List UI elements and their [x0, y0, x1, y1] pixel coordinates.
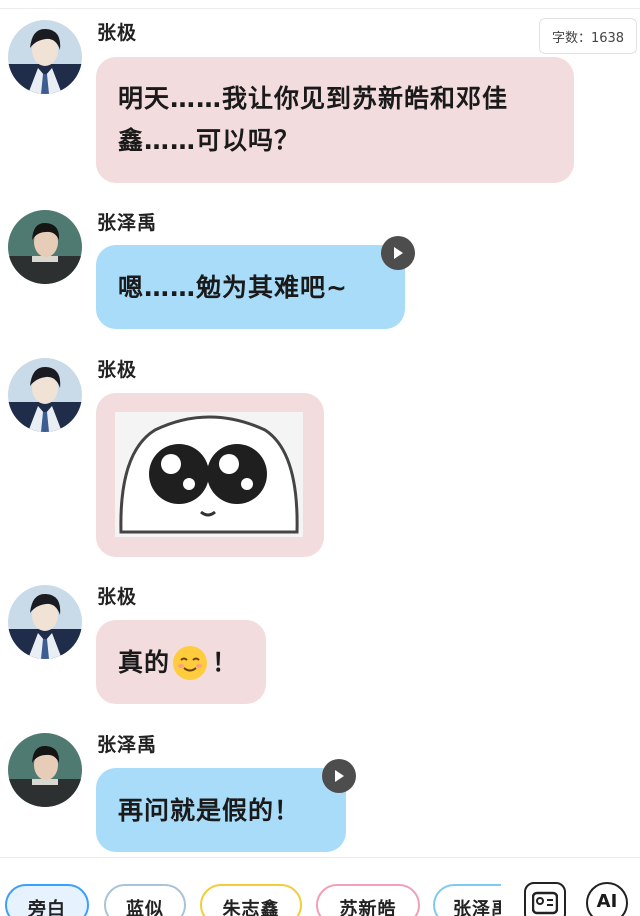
ai-icon[interactable]: AI	[586, 882, 628, 916]
message-bubble[interactable]: 再问就是假的！	[96, 768, 346, 852]
speaker-name: 张泽禹	[97, 212, 158, 234]
avatar-zhangzeyu[interactable]	[8, 210, 82, 284]
word-count-badge: 字数：1638	[539, 18, 637, 54]
speaker-name: 张泽禹	[97, 734, 158, 756]
speaker-name: 张极	[97, 586, 138, 608]
ai-label: AI	[596, 891, 618, 912]
toolbar-divider	[0, 857, 640, 858]
role-chip-lansi[interactable]: 蓝似	[104, 884, 186, 916]
play-voice-button[interactable]	[322, 759, 356, 793]
play-voice-button[interactable]	[381, 236, 415, 270]
play-icon	[335, 770, 344, 782]
avatar-zhangji[interactable]	[8, 20, 82, 94]
message-text-line1: 明天……我让你见到苏新皓和邓佳	[118, 84, 509, 113]
avatar-zhangji[interactable]	[8, 358, 82, 432]
word-count-text: 字数：1638	[551, 30, 625, 46]
message-text-line2: 鑫……可以吗？	[118, 126, 301, 155]
character-card-icon[interactable]	[524, 882, 566, 916]
crying-eyes-sticker	[115, 412, 303, 537]
role-chip-suxinhao[interactable]: 苏新皓	[316, 884, 420, 916]
role-chip-narration[interactable]: 旁白	[5, 884, 89, 916]
avatar-zhangzeyu[interactable]	[8, 733, 82, 807]
message-text: 真的	[118, 648, 171, 677]
speaker-name: 张极	[97, 359, 138, 381]
role-toolbar: 旁白 蓝似 朱志鑫 苏新皓 张泽禹 AI	[0, 870, 640, 916]
message-bubble[interactable]: 嗯……勉为其难吧~	[96, 245, 405, 329]
avatar-zhangji[interactable]	[8, 585, 82, 659]
play-icon	[394, 247, 403, 259]
top-divider	[0, 8, 640, 9]
speaker-name: 张极	[97, 22, 138, 44]
role-chip-zhuzhixin[interactable]: 朱志鑫	[200, 884, 302, 916]
message-text: 嗯……勉为其难吧~	[118, 273, 348, 302]
message-text: 再问就是假的！	[118, 796, 301, 825]
sticker-bubble[interactable]	[96, 393, 324, 557]
blush-emoji	[173, 646, 208, 680]
message-bubble[interactable]: 明天……我让你见到苏新皓和邓佳 鑫……可以吗？	[96, 57, 574, 183]
message-text-end: ！	[212, 648, 239, 677]
role-chip-zhangzeyu[interactable]: 张泽禹	[433, 884, 501, 916]
message-bubble[interactable]: 真的 ！	[96, 620, 266, 704]
